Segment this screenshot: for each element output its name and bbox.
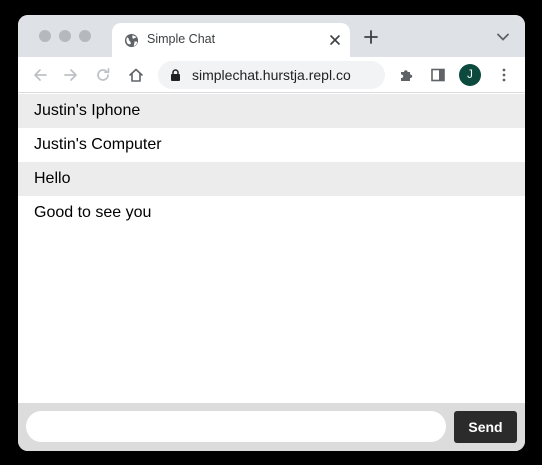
home-icon[interactable] xyxy=(128,67,144,83)
chevron-down-icon[interactable] xyxy=(497,33,509,41)
tab-title: Simple Chat xyxy=(147,32,216,46)
profile-avatar[interactable]: J xyxy=(459,64,481,86)
close-icon[interactable] xyxy=(328,33,342,47)
browser-window: Simple Chat simplechat.hurstja.repl.co J… xyxy=(18,15,525,451)
more-vert-icon[interactable] xyxy=(496,67,512,83)
chat-message: Justin's Computer xyxy=(34,136,162,153)
side-panel-icon[interactable] xyxy=(430,67,446,83)
chat-message: Hello xyxy=(18,162,525,196)
send-button[interactable]: Send xyxy=(454,411,517,443)
chat-message: Good to see you xyxy=(34,204,152,221)
window-close-button[interactable] xyxy=(39,30,51,42)
reload-icon[interactable] xyxy=(95,67,111,83)
chat-messages: Justin's Iphone Justin's Computer Hello … xyxy=(18,94,525,403)
browser-tab[interactable]: Simple Chat xyxy=(112,23,350,57)
browser-toolbar: simplechat.hurstja.repl.co J xyxy=(18,57,525,93)
forward-arrow-icon[interactable] xyxy=(63,67,79,83)
extensions-puzzle-icon[interactable] xyxy=(399,67,415,83)
chat-message: Justin's Iphone xyxy=(18,94,525,128)
message-input[interactable] xyxy=(26,411,446,442)
window-minimize-button[interactable] xyxy=(59,30,71,42)
globe-icon xyxy=(124,33,139,48)
address-bar-url: simplechat.hurstja.repl.co xyxy=(192,67,351,83)
back-arrow-icon[interactable] xyxy=(32,67,48,83)
lock-icon[interactable] xyxy=(170,69,181,81)
new-tab-plus-icon[interactable] xyxy=(364,30,378,44)
window-maximize-button[interactable] xyxy=(79,30,91,42)
message-composer: Send xyxy=(18,403,525,451)
address-bar[interactable]: simplechat.hurstja.repl.co xyxy=(158,61,385,89)
tab-strip: Simple Chat xyxy=(18,15,525,57)
